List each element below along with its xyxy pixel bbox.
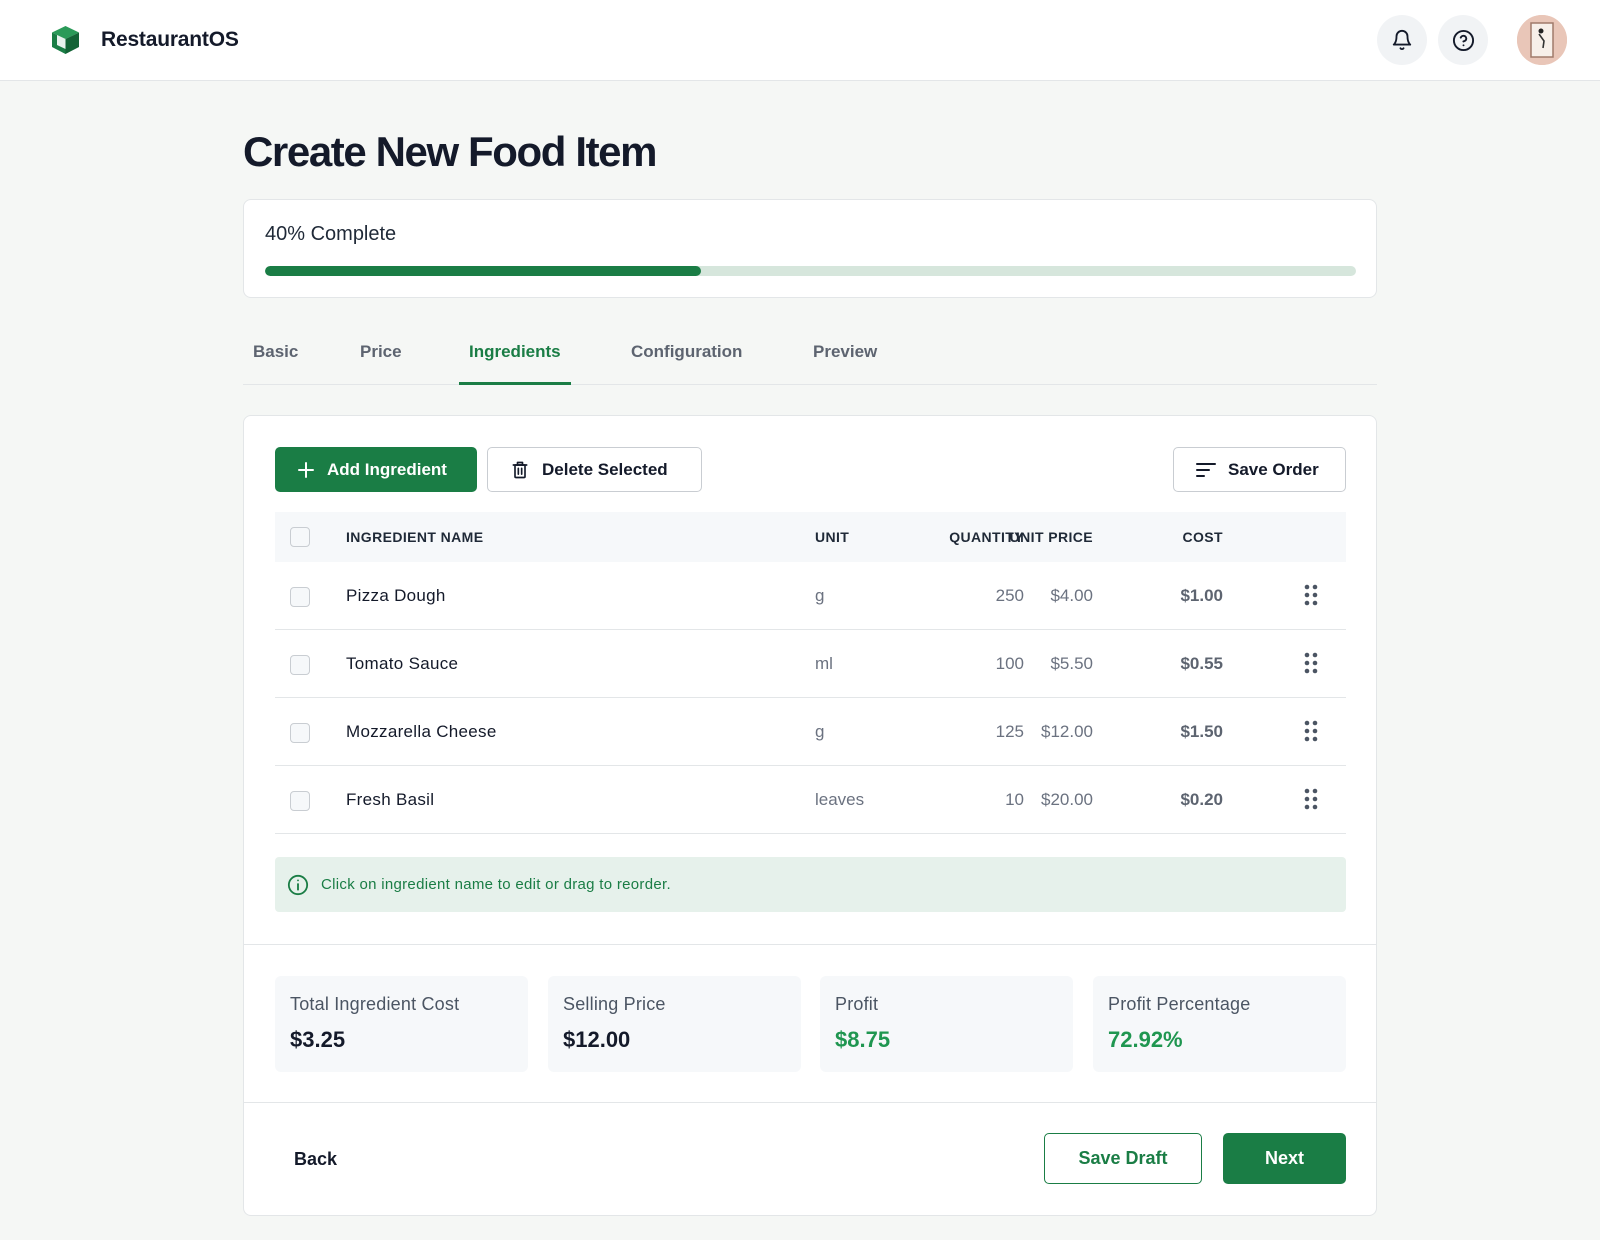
ingredient-name[interactable]: Mozzarella Cheese — [346, 722, 497, 742]
ingredient-cost: $0.55 — [1180, 654, 1223, 673]
table-row[interactable]: Tomato Sauce 100 ml $5.50 $0.55 — [275, 630, 1346, 698]
tab-configuration[interactable]: Configuration — [621, 336, 752, 385]
progress-label: 40% Complete — [265, 223, 397, 245]
ingredient-unit-price: $12.00 — [1041, 722, 1093, 741]
table-header: INGREDIENT NAME QUANTITY UNIT UNIT PRICE… — [275, 512, 1346, 562]
tab-basic[interactable]: Basic — [243, 336, 308, 385]
ingredient-cost: $1.00 — [1180, 586, 1223, 605]
stat-label: Profit Percentage — [1108, 994, 1251, 1014]
ingredient-cost: $1.50 — [1180, 722, 1223, 741]
brand[interactable]: RestaurantOS — [51, 25, 239, 55]
stat-total-ingredient-cost: Total Ingredient Cost $3.25 — [275, 976, 528, 1072]
ingredient-unit: g — [815, 722, 825, 741]
drag-handle-icon[interactable] — [1304, 720, 1318, 742]
ingredients-card: Add Ingredient Delete Selected Save Orde… — [243, 415, 1377, 1216]
avatar-image — [1517, 15, 1567, 65]
help-circle-icon — [1452, 29, 1474, 51]
ingredient-quantity: 125 — [995, 722, 1024, 741]
drag-handle-icon[interactable] — [1304, 584, 1318, 606]
stat-label: Profit — [835, 994, 879, 1014]
trash-icon — [510, 460, 530, 480]
info-banner: Click on ingredient name to edit or drag… — [275, 857, 1346, 912]
progress-card: 40% Complete — [243, 199, 1377, 298]
save-order-label: Save Order — [1228, 459, 1319, 479]
ingredient-name[interactable]: Tomato Sauce — [346, 654, 458, 674]
next-button[interactable]: Next — [1223, 1133, 1346, 1184]
stat-value: $8.75 — [835, 1027, 891, 1052]
section-divider — [244, 1102, 1376, 1103]
table-row[interactable]: Pizza Dough 250 g $4.00 $1.00 — [275, 562, 1346, 630]
add-ingredient-label: Add Ingredient — [327, 459, 447, 479]
ingredient-unit: g — [815, 586, 825, 605]
add-ingredient-button[interactable]: Add Ingredient — [275, 447, 477, 492]
row-checkbox[interactable] — [290, 723, 310, 743]
header-ingredient-name: INGREDIENT NAME — [346, 529, 484, 545]
header-cost: COST — [1182, 529, 1223, 545]
select-all-checkbox[interactable] — [290, 527, 310, 547]
stat-label: Total Ingredient Cost — [290, 994, 460, 1014]
ingredient-unit-price: $20.00 — [1041, 790, 1093, 809]
stat-profit-percentage: Profit Percentage 72.92% — [1093, 976, 1346, 1072]
stat-value: $12.00 — [563, 1027, 631, 1052]
plus-icon — [297, 461, 315, 479]
stat-profit: Profit $8.75 — [820, 976, 1073, 1072]
save-order-button[interactable]: Save Order — [1173, 447, 1346, 492]
ingredient-quantity: 250 — [995, 586, 1024, 605]
table-row[interactable]: Fresh Basil 10 leaves $20.00 $0.20 — [275, 766, 1346, 834]
back-button[interactable]: Back — [294, 1149, 337, 1170]
ingredient-unit: ml — [815, 654, 833, 673]
tab-ingredients[interactable]: Ingredients — [459, 336, 571, 385]
notifications-button[interactable] — [1377, 15, 1427, 65]
user-avatar[interactable] — [1517, 15, 1567, 65]
tab-price[interactable]: Price — [350, 336, 412, 385]
table-row[interactable]: Mozzarella Cheese 125 g $12.00 $1.50 — [275, 698, 1346, 766]
step-tabs: Basic Price Ingredients Configuration Pr… — [243, 336, 1377, 385]
section-divider — [244, 944, 1376, 945]
delete-selected-button[interactable]: Delete Selected — [487, 447, 702, 492]
row-checkbox[interactable] — [290, 587, 310, 607]
ingredient-cost: $0.20 — [1180, 790, 1223, 809]
row-checkbox[interactable] — [290, 655, 310, 675]
stat-value: 72.92% — [1108, 1027, 1183, 1052]
top-bar: RestaurantOS — [0, 0, 1600, 81]
bell-icon — [1392, 30, 1412, 51]
ingredient-name[interactable]: Fresh Basil — [346, 790, 434, 810]
drag-handle-icon[interactable] — [1304, 788, 1318, 810]
info-icon — [287, 874, 309, 896]
app-name: RestaurantOS — [101, 28, 239, 51]
sort-lines-icon — [1196, 462, 1216, 478]
stat-selling-price: Selling Price $12.00 — [548, 976, 801, 1072]
stat-value: $3.25 — [290, 1027, 346, 1052]
info-text: Click on ingredient name to edit or drag… — [321, 876, 671, 893]
ingredient-name[interactable]: Pizza Dough — [346, 586, 446, 606]
ingredient-quantity: 10 — [1005, 790, 1024, 809]
stat-label: Selling Price — [563, 994, 666, 1014]
header-unit: UNIT — [815, 529, 850, 545]
ingredient-unit: leaves — [815, 790, 865, 809]
header-unit-price: UNIT PRICE — [1009, 529, 1093, 545]
row-checkbox[interactable] — [290, 791, 310, 811]
page-title: Create New Food Item — [243, 128, 657, 175]
tab-preview[interactable]: Preview — [803, 336, 887, 385]
ingredient-quantity: 100 — [995, 654, 1024, 673]
cube-logo-icon — [52, 26, 79, 54]
save-draft-button[interactable]: Save Draft — [1044, 1133, 1202, 1184]
drag-handle-icon[interactable] — [1304, 652, 1318, 674]
progress-fill — [265, 266, 702, 276]
ingredient-unit-price: $5.50 — [1050, 654, 1093, 673]
help-button[interactable] — [1438, 15, 1488, 65]
delete-selected-label: Delete Selected — [542, 459, 668, 479]
ingredient-unit-price: $4.00 — [1050, 586, 1093, 605]
progress-track — [265, 266, 1356, 276]
